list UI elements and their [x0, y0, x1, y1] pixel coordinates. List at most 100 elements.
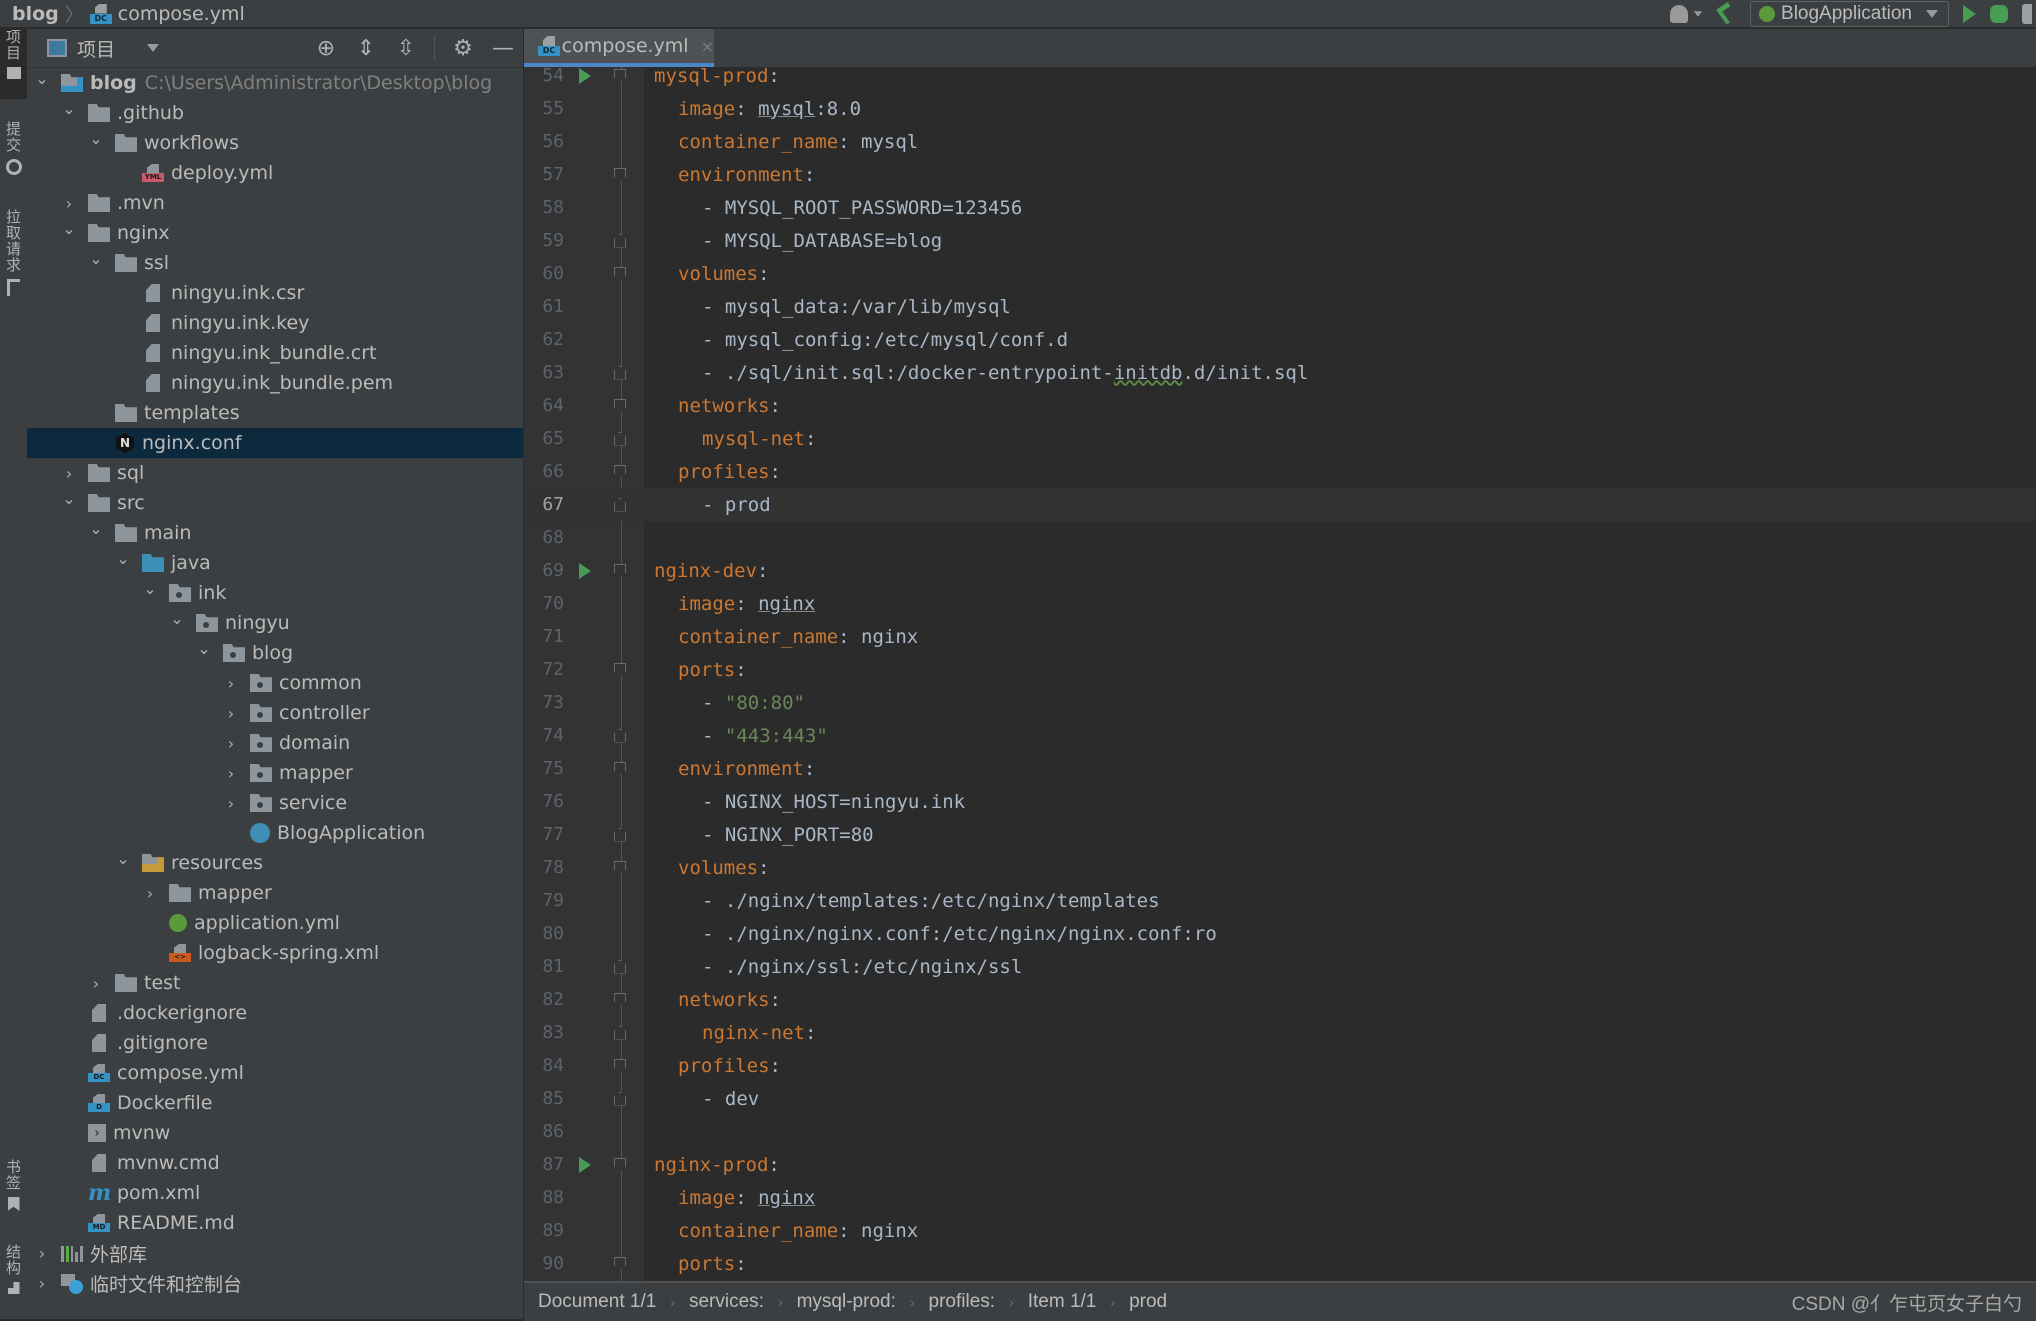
code-line[interactable]: 69 nginx-dev:	[524, 554, 2036, 587]
code-line[interactable]: 66 profiles:	[524, 455, 2036, 488]
fold-collapse-icon[interactable]	[614, 662, 626, 677]
code-editor[interactable]: 54 mysql-prod: 55 image: mysql:8.0 56 contain…	[524, 67, 2036, 1281]
breadcrumb-project[interactable]: blog	[12, 3, 59, 25]
chevron-right-icon[interactable]: ›	[143, 884, 157, 903]
chevron-down-icon[interactable]: ⌄	[170, 609, 184, 628]
fold-collapse-icon[interactable]	[614, 1058, 626, 1073]
chevron-down-icon[interactable]: ⌄	[116, 549, 130, 568]
tree-item[interactable]: ⌄ src	[27, 488, 523, 518]
tree-item[interactable]: ›YMLdeploy.yml	[27, 158, 523, 188]
code-line[interactable]: 87 nginx-prod:	[524, 1148, 2036, 1181]
tree-item[interactable]: ›Nnginx.conf	[27, 428, 523, 458]
fold-end-icon[interactable]	[614, 827, 626, 842]
tree-item[interactable]: ⌄ ink	[27, 578, 523, 608]
tree-item[interactable]: ⌄ blog C:\Users\Administrator\Desktop\blog	[27, 68, 523, 98]
chevron-right-icon[interactable]: ›	[89, 974, 103, 993]
code-line[interactable]: 79 - ./nginx/templates:/etc/nginx/templat…	[524, 884, 2036, 917]
run-configuration-select[interactable]: BlogApplication	[1750, 0, 1949, 27]
project-view-selector[interactable]: 项目	[47, 35, 160, 62]
code-line[interactable]: 61 - mysql_data:/var/lib/mysql	[524, 290, 2036, 323]
code-line[interactable]: 75 environment:	[524, 752, 2036, 785]
fold-collapse-icon[interactable]	[614, 266, 626, 281]
tree-item[interactable]: ›DDockerfile	[27, 1088, 523, 1118]
fold-collapse-icon[interactable]	[614, 1157, 626, 1172]
chevron-right-icon[interactable]: ›	[224, 674, 238, 693]
code-line[interactable]: 65 mysql-net:	[524, 422, 2036, 455]
tree-item[interactable]: ›MDREADME.md	[27, 1208, 523, 1238]
code-line[interactable]: 76 - NGINX_HOST=ningyu.ink	[524, 785, 2036, 818]
code-line[interactable]: 81 - ./nginx/ssl:/etc/nginx/ssl	[524, 950, 2036, 983]
tree-item[interactable]: ›<>logback-spring.xml	[27, 938, 523, 968]
tree-item[interactable]: ›mpom.xml	[27, 1178, 523, 1208]
tree-item[interactable]: › mapper	[27, 758, 523, 788]
code-line[interactable]: 78 volumes:	[524, 851, 2036, 884]
tree-item[interactable]: › .mvn	[27, 188, 523, 218]
code-line[interactable]: 90 ports:	[524, 1247, 2036, 1280]
chevron-right-icon[interactable]: ›	[224, 704, 238, 723]
breadcrumb-file[interactable]: compose.yml	[118, 3, 245, 25]
chevron-down-icon[interactable]: ⌄	[62, 99, 76, 118]
code-line[interactable]: 88 image: nginx	[524, 1181, 2036, 1214]
run-service-icon[interactable]	[579, 1156, 591, 1173]
gear-icon[interactable]: ⚙	[451, 36, 475, 61]
collapse-all-icon[interactable]: ⇳	[394, 36, 418, 61]
tree-item[interactable]: › 外部库	[27, 1238, 523, 1268]
locate-icon[interactable]: ⊕	[314, 36, 338, 61]
tool-window-structure[interactable]: 结构	[0, 1244, 27, 1294]
fold-collapse-icon[interactable]	[614, 1256, 626, 1271]
code-line[interactable]: 64 networks:	[524, 389, 2036, 422]
fold-end-icon[interactable]	[614, 1091, 626, 1106]
code-line[interactable]: 80 - ./nginx/nginx.conf:/etc/nginx/nginx.…	[524, 917, 2036, 950]
structure-breadcrumb-item[interactable]: Document 1/1	[538, 1291, 656, 1313]
tree-item[interactable]: ›application.yml	[27, 908, 523, 938]
code-line[interactable]: 62 - mysql_config:/etc/mysql/conf.d	[524, 323, 2036, 356]
tree-item[interactable]: ⌄ ningyu	[27, 608, 523, 638]
run-service-icon[interactable]	[579, 562, 591, 579]
tree-item[interactable]: › sql	[27, 458, 523, 488]
fold-collapse-icon[interactable]	[614, 398, 626, 413]
account-icon[interactable]	[1670, 4, 1689, 23]
chevron-right-icon[interactable]: ›	[224, 764, 238, 783]
chevron-down-icon[interactable]: ⌄	[89, 519, 103, 538]
code-line[interactable]: 72 ports:	[524, 653, 2036, 686]
tree-item[interactable]: ›templates	[27, 398, 523, 428]
expand-all-icon[interactable]: ⇕	[354, 36, 378, 61]
build-hammer-icon[interactable]	[1718, 5, 1736, 23]
tree-item[interactable]: ›.dockerignore	[27, 998, 523, 1028]
chevron-down-icon[interactable]: ⌄	[143, 579, 157, 598]
code-line[interactable]: 68	[524, 521, 2036, 554]
tree-item[interactable]: ›ningyu.ink_bundle.crt	[27, 338, 523, 368]
tree-item[interactable]: › common	[27, 668, 523, 698]
structure-breadcrumb-item[interactable]: prod	[1129, 1291, 1167, 1313]
code-line[interactable]: 73 - "80:80"	[524, 686, 2036, 719]
code-line[interactable]: 57 environment:	[524, 158, 2036, 191]
structure-breadcrumb-item[interactable]: mysql-prod:	[797, 1291, 896, 1313]
code-line[interactable]: 59 - MYSQL_DATABASE=blog	[524, 224, 2036, 257]
chevron-down-icon[interactable]: ⌄	[89, 249, 103, 268]
fold-end-icon[interactable]	[614, 728, 626, 743]
code-line[interactable]: 77 - NGINX_PORT=80	[524, 818, 2036, 851]
chevron-down-icon[interactable]	[1693, 10, 1703, 17]
tree-item[interactable]: › test	[27, 968, 523, 998]
coverage-icon[interactable]	[2022, 3, 2032, 24]
code-line[interactable]: 54 mysql-prod:	[524, 67, 2036, 92]
chevron-down-icon[interactable]: ⌄	[62, 219, 76, 238]
chevron-right-icon[interactable]: ›	[224, 734, 238, 753]
code-line[interactable]: 74 - "443:443"	[524, 719, 2036, 752]
tree-item[interactable]: ›ningyu.ink_bundle.pem	[27, 368, 523, 398]
fold-end-icon[interactable]	[614, 959, 626, 974]
chevron-right-icon[interactable]: ›	[35, 1244, 49, 1263]
code-line[interactable]: 71 container_name: nginx	[524, 620, 2036, 653]
debug-icon[interactable]	[1990, 4, 2008, 23]
tree-item[interactable]: ›mvnw.cmd	[27, 1148, 523, 1178]
tree-item[interactable]: ⌄ java	[27, 548, 523, 578]
fold-end-icon[interactable]	[614, 1025, 626, 1040]
tree-item[interactable]: ⌄ resources	[27, 848, 523, 878]
tree-item[interactable]: ⌄ nginx	[27, 218, 523, 248]
tree-item[interactable]: ››mvnw	[27, 1118, 523, 1148]
chevron-down-icon[interactable]: ⌄	[62, 489, 76, 508]
code-line[interactable]: 89 container_name: nginx	[524, 1214, 2036, 1247]
structure-breadcrumb-item[interactable]: services:	[689, 1291, 764, 1313]
tree-item[interactable]: ⌄ ssl	[27, 248, 523, 278]
tab-compose-yml[interactable]: DC compose.yml ×	[524, 29, 714, 67]
